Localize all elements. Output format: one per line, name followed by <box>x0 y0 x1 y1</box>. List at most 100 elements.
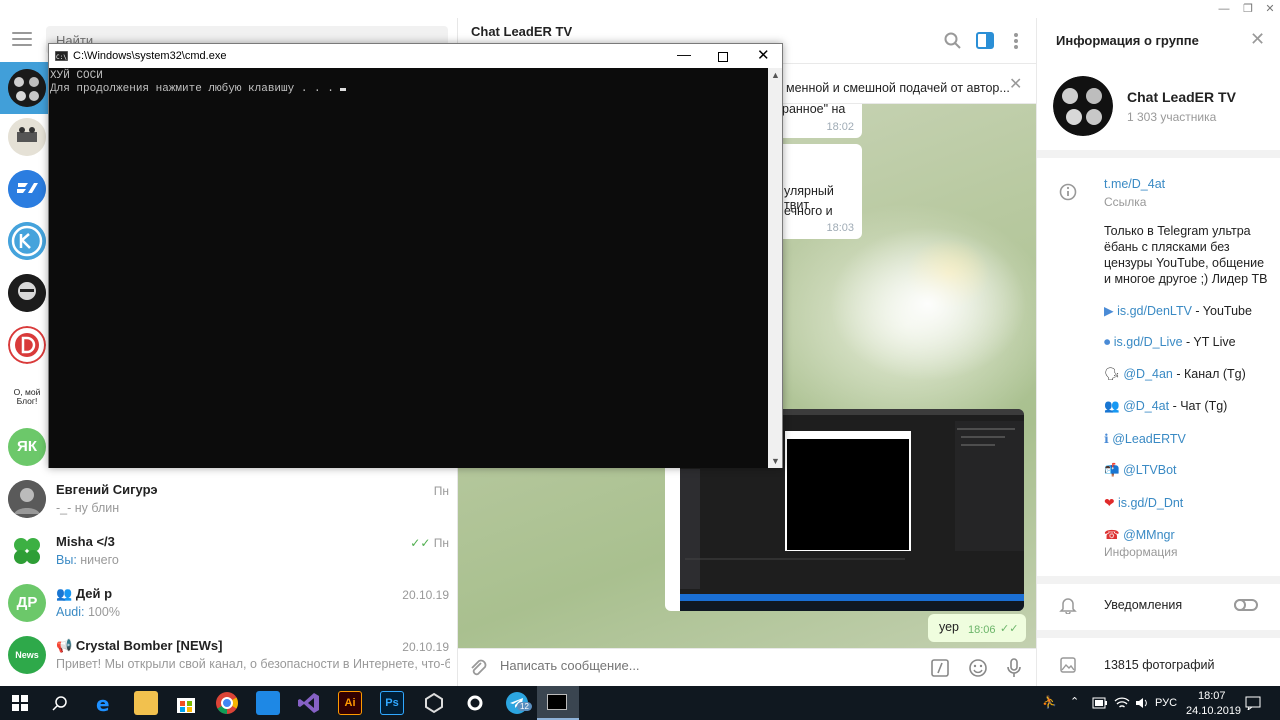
close-window-icon[interactable]: ✕ <box>1260 0 1280 18</box>
divider <box>1037 150 1280 158</box>
attach-icon[interactable] <box>469 659 487 677</box>
avatar <box>8 480 46 518</box>
language-indicator[interactable]: РУС <box>1155 697 1177 709</box>
battery-icon[interactable] <box>1092 697 1108 709</box>
windows-start-icon[interactable] <box>12 695 28 711</box>
blog-avatar[interactable]: О, мой Блог! <box>8 378 46 416</box>
cmd-titlebar[interactable]: C:\ C:\Windows\system32\cmd.exe — ✕ <box>49 44 782 68</box>
outgoing-message-bubble[interactable]: уер 18:06 ✓✓ <box>928 614 1026 642</box>
avatar[interactable] <box>8 118 46 156</box>
cmd-maximize-icon[interactable] <box>718 52 728 62</box>
chat-preview: Вы: ничего <box>56 553 119 567</box>
chat-item[interactable]: ДР 👥 Дей р 20.10.19 Audi: 100% <box>0 578 457 630</box>
file-explorer-icon[interactable] <box>134 691 158 715</box>
link-row[interactable]: ▶ is.gd/DenLTV - YouTube <box>1104 303 1252 318</box>
clock-date[interactable]: 24.10.2019 <box>1186 705 1241 717</box>
avatar[interactable] <box>8 326 46 364</box>
chat-date: ✓✓ Пн <box>410 536 449 550</box>
message-time: 18:02 <box>826 121 854 133</box>
notifications-toggle[interactable] <box>1234 599 1258 611</box>
group-avatar[interactable] <box>1053 76 1113 136</box>
link-row[interactable]: ⏺ is.gd/D_Live - YT Live <box>1104 335 1236 350</box>
maximize-icon[interactable]: ❐ <box>1238 0 1258 18</box>
network-app-icon[interactable] <box>256 691 280 715</box>
message-time: 18:06 <box>968 624 996 636</box>
store-icon[interactable] <box>174 691 198 715</box>
cmd-scrollbar[interactable]: ▲ ▼ <box>768 68 782 468</box>
search-icon[interactable] <box>52 695 68 711</box>
illustrator-icon[interactable]: Ai <box>338 691 362 715</box>
notifications-center-icon[interactable] <box>1245 696 1261 710</box>
avatar[interactable] <box>8 222 46 260</box>
chat-title[interactable]: Chat LeadER TV <box>471 24 572 39</box>
cmd-window[interactable]: C:\ C:\Windows\system32\cmd.exe — ✕ ХУЙ … <box>48 43 783 468</box>
link-row[interactable]: 🗣 @D_4an - Канал (Tg) <box>1104 367 1246 382</box>
tray-overflow-icon[interactable]: ⌃ <box>1070 695 1079 708</box>
cmd-app-icon: C:\ <box>55 51 68 61</box>
chat-preview: -_- ну блин <box>56 501 120 515</box>
link-row[interactable]: ℹ @LeadERTV <box>1104 431 1186 446</box>
message-input[interactable] <box>500 658 920 673</box>
cmd-console[interactable]: ХУЙ СОСИ Для продолжения нажмите любую к… <box>49 68 768 468</box>
cursor-icon <box>340 88 347 91</box>
avatar[interactable] <box>8 170 46 208</box>
link-row[interactable]: 👥 @D_4at - Чат (Tg) <box>1104 399 1227 414</box>
play-icon: ▶ <box>1104 304 1114 318</box>
link-row[interactable]: 📬 @LTVBot <box>1104 463 1177 478</box>
cmd-minimize-icon[interactable]: — <box>677 46 691 62</box>
channel-logo-icon <box>8 118 46 156</box>
sidebar-toggle-icon[interactable] <box>976 32 994 50</box>
chat-item[interactable]: News 📢 Crystal Bomber [NEWs] 20.10.19 Пр… <box>0 630 457 682</box>
console-line: Для продолжения нажмите любую клавишу . … <box>50 83 768 96</box>
avatar <box>8 69 46 107</box>
microphone-icon[interactable] <box>1006 657 1022 679</box>
visual-studio-icon[interactable] <box>297 691 321 715</box>
chat-preview: Привет! Мы открыли свой канал, о безопас… <box>56 657 450 671</box>
wifi-icon[interactable] <box>1114 696 1130 710</box>
settings-icon[interactable] <box>463 691 487 715</box>
message-time: 18:03 <box>826 222 854 234</box>
bell-icon <box>1059 598 1077 614</box>
avatar: News <box>8 636 46 674</box>
group-icon: 👥 <box>56 586 73 601</box>
telegram-icon[interactable]: 12 <box>505 691 532 715</box>
link-label: Ссылка <box>1104 195 1147 209</box>
avatar[interactable]: ЯК <box>8 428 46 466</box>
chat-name: 📢 Crystal Bomber [NEWs] <box>56 638 223 653</box>
emoji-icon[interactable] <box>968 658 988 678</box>
close-pinned-icon[interactable]: ✕ <box>1009 74 1022 94</box>
description-line: ёбань с плясками без <box>1104 240 1230 254</box>
chat-name: Misha </3 <box>56 534 115 549</box>
taskbar: e Ai Ps 12 ⛹ ⌃ РУС 18:07 24.10.2019 <box>0 686 1280 720</box>
volume-icon[interactable] <box>1135 696 1151 710</box>
chat-item[interactable]: Misha </3 ✓✓ Пн Вы: ничего <box>0 526 457 578</box>
avatar[interactable] <box>8 274 46 312</box>
link-row[interactable]: ❤ is.gd/D_Dnt <box>1104 495 1183 510</box>
minimize-icon[interactable]: — <box>1214 0 1234 18</box>
close-panel-icon[interactable]: ✕ <box>1250 29 1265 50</box>
avatar <box>8 532 46 570</box>
chat-preview: Audi: 100% <box>56 605 120 619</box>
edge-icon[interactable]: e <box>92 691 116 716</box>
more-menu-icon[interactable] <box>1010 31 1022 51</box>
console-line: ХУЙ СОСИ <box>50 70 103 82</box>
invite-link[interactable]: t.me/D_4at <box>1104 177 1165 191</box>
people-tray-icon[interactable]: ⛹ <box>1042 695 1057 709</box>
cmd-close-icon[interactable]: ✕ <box>757 46 770 64</box>
divider <box>1037 630 1280 638</box>
menu-icon[interactable] <box>12 32 32 50</box>
cmd-taskbar-button[interactable] <box>537 686 579 720</box>
commands-icon[interactable] <box>930 658 950 678</box>
link-row[interactable]: ☎ @MMngr <box>1104 527 1175 542</box>
chat-item[interactable]: Евгений Сигурэ Пн -_- ну блин <box>0 474 457 526</box>
photos-count[interactable]: 13815 фотографий <box>1104 658 1214 672</box>
unity-icon[interactable] <box>422 691 446 715</box>
search-icon[interactable] <box>944 32 962 50</box>
photo-icon <box>1060 657 1076 673</box>
scroll-up-icon[interactable]: ▲ <box>771 70 780 80</box>
information-icon: ℹ <box>1104 432 1109 446</box>
chrome-icon[interactable] <box>215 691 239 715</box>
photoshop-icon[interactable]: Ps <box>380 691 404 715</box>
scroll-down-icon[interactable]: ▼ <box>771 456 780 466</box>
clock-time[interactable]: 18:07 <box>1198 690 1226 702</box>
